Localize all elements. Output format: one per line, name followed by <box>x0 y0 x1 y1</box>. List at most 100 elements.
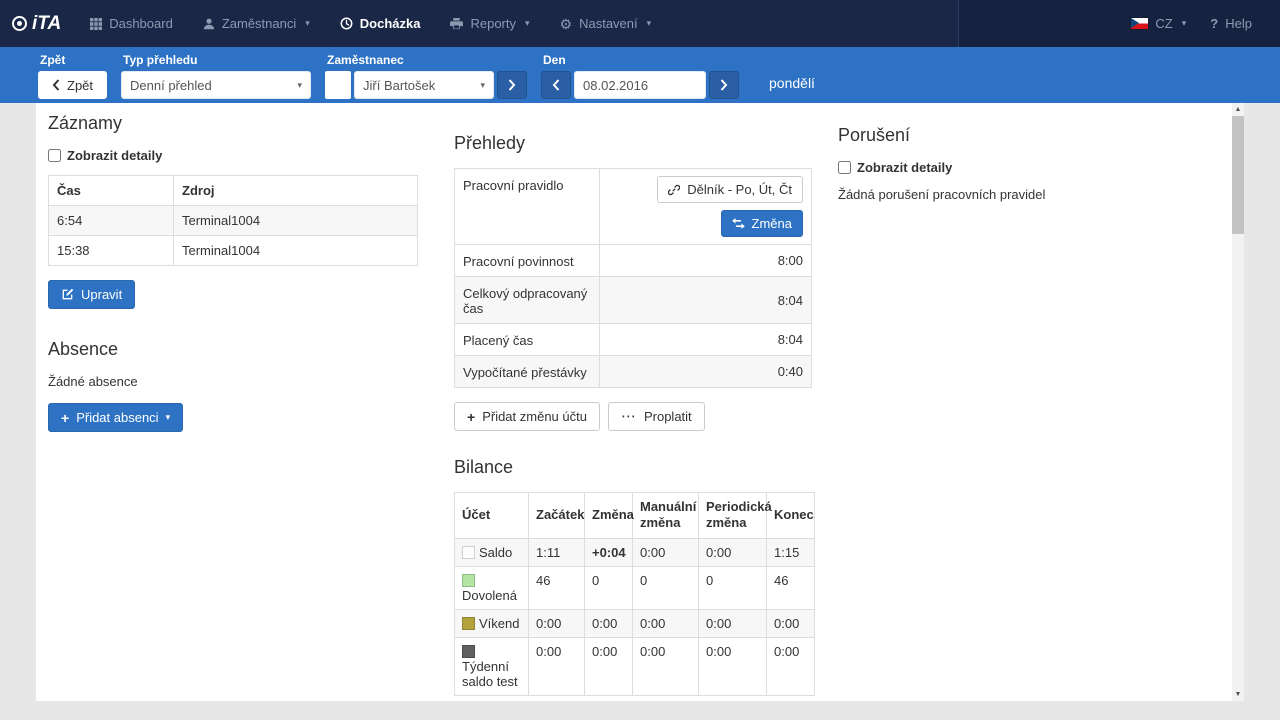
question-icon: ? <box>1210 16 1218 31</box>
chevron-right-icon <box>508 79 516 91</box>
record-row: 6:54 Terminal1004 <box>49 206 418 236</box>
day-group: Den <box>541 53 739 99</box>
view-type-select[interactable]: Denní přehled ▾ <box>121 71 311 99</box>
day-label: Den <box>543 53 739 67</box>
nav-item-dashboard[interactable]: Dashboard <box>75 0 188 47</box>
employee-label: Zaměstnanec <box>327 53 527 67</box>
plus-icon: + <box>61 413 69 423</box>
next-day-button[interactable] <box>709 71 739 99</box>
add-absence-button[interactable]: + Přidat absenci ▾ <box>48 403 183 432</box>
dashboard-grid-icon <box>90 18 102 30</box>
overview-actions: + Přidat změnu účtu ⋯ Proplatit <box>454 402 814 431</box>
payout-button[interactable]: ⋯ Proplatit <box>608 402 705 431</box>
record-row: 15:38 Terminal1004 <box>49 236 418 266</box>
add-account-change-button[interactable]: + Přidat změnu účtu <box>454 402 600 431</box>
chevron-down-icon: ▾ <box>305 18 310 29</box>
overview-table: Pracovní pravidlo Dělník - Po, Út, Čt <box>454 168 812 388</box>
chevron-down-icon: ▾ <box>1182 18 1187 29</box>
previous-day-button[interactable] <box>541 71 571 99</box>
balance-row-dovolena: Dovolená 46 0 0 0 46 <box>455 566 815 609</box>
nav-item-nastaveni[interactable]: ⚙ Nastavení ▾ <box>545 0 667 47</box>
chevron-down-icon: ▾ <box>647 18 652 29</box>
edit-pencil-icon <box>61 288 74 301</box>
nav-item-reporty[interactable]: Reporty ▾ <box>435 0 544 47</box>
nav-item-zamestnanci[interactable]: Zaměstnanci ▾ <box>188 0 325 47</box>
chevron-down-icon: ▾ <box>297 80 302 91</box>
nav-item-dochazka[interactable]: Docházka <box>325 0 436 47</box>
account-color-swatch <box>462 645 475 658</box>
records-col-cas: Čas <box>49 176 174 206</box>
edit-records-button[interactable]: Upravit <box>48 280 135 309</box>
employee-select[interactable]: Jiří Bartošek ▾ <box>354 71 494 99</box>
account-color-swatch <box>462 546 475 559</box>
filter-bar: Zpět Zpět Typ přehledu Denní přehled ▾ Z… <box>0 47 1280 103</box>
next-employee-button[interactable] <box>497 71 527 99</box>
nav-item-label: Docházka <box>360 16 421 31</box>
records-show-details[interactable]: Zobrazit detaily <box>48 148 418 163</box>
balance-row-tydenni-saldo-test: Týdenní saldo test 0:00 0:00 0:00 0:00 0… <box>455 637 815 695</box>
exchange-arrows-icon <box>732 218 745 229</box>
balance-title: Bilance <box>454 457 814 478</box>
brand-logo[interactable]: iTA <box>0 0 75 47</box>
overview-title: Přehledy <box>454 133 814 154</box>
scrollbar-thumb[interactable] <box>1232 116 1244 234</box>
work-rule-button[interactable]: Dělník - Po, Út, Čt <box>657 176 803 203</box>
user-icon <box>203 18 215 30</box>
back-label: Zpět <box>40 53 107 67</box>
nav-item-label: Dashboard <box>109 16 173 31</box>
absence-title: Absence <box>48 339 418 360</box>
weekday-text: pondělí <box>769 75 815 91</box>
view-type-label: Typ přehledu <box>123 53 311 67</box>
overview-row: Vypočítané přestávky 0:40 <box>455 356 812 388</box>
ellipsis-icon: ⋯ <box>621 413 637 421</box>
overview-row: Pracovní povinnost 8:00 <box>455 245 812 277</box>
overview-row: Celkový odpracovaný čas 8:04 <box>455 277 812 324</box>
overview-row: Placený čas 8:04 <box>455 324 812 356</box>
violations-empty-text: Žádná porušení pracovních pravidel <box>838 187 1220 202</box>
main-content: Záznamy Zobrazit detaily Čas Zdroj 6:54 … <box>36 103 1232 701</box>
brand-icon <box>12 16 27 31</box>
employee-group: Zaměstnanec Jiří Bartošek ▾ <box>325 53 527 99</box>
help-label: Help <box>1225 16 1252 31</box>
scrollbar-track[interactable] <box>1232 234 1244 688</box>
chevron-left-icon <box>552 79 560 91</box>
nav-item-label: Zaměstnanci <box>222 16 296 31</box>
employee-avatar-placeholder <box>325 71 351 99</box>
back-button[interactable]: Zpět <box>38 71 107 99</box>
printer-icon <box>450 18 463 30</box>
change-rule-button[interactable]: Změna <box>721 210 803 237</box>
overview-column: Přehledy Pracovní pravidlo Dělník - Po <box>454 107 814 701</box>
chevron-down-icon: ▾ <box>480 80 485 91</box>
records-table: Čas Zdroj 6:54 Terminal1004 15:38 Termin… <box>48 175 418 266</box>
navbar-spacer <box>666 0 958 47</box>
violations-show-details-checkbox[interactable] <box>838 161 851 174</box>
chevron-down-icon: ▾ <box>166 412 171 423</box>
chevron-right-icon <box>720 79 728 91</box>
chevron-left-icon <box>52 79 60 91</box>
content-outer: Záznamy Zobrazit detaily Čas Zdroj 6:54 … <box>36 103 1244 701</box>
overview-row-rule: Pracovní pravidlo Dělník - Po, Út, Čt <box>455 169 812 245</box>
violations-show-details[interactable]: Zobrazit detaily <box>838 160 1220 175</box>
plus-icon: + <box>467 412 475 422</box>
date-input[interactable] <box>574 71 706 99</box>
records-show-details-checkbox[interactable] <box>48 149 61 162</box>
language-menu[interactable]: CZ ▾ <box>1119 16 1198 31</box>
violations-title: Porušení <box>838 125 1220 146</box>
link-icon <box>668 184 680 196</box>
navbar-right-section: CZ ▾ ? Help <box>958 0 1280 47</box>
records-column: Záznamy Zobrazit detaily Čas Zdroj 6:54 … <box>48 107 418 701</box>
help-menu[interactable]: ? Help <box>1198 16 1264 31</box>
chevron-down-icon: ▾ <box>525 18 530 29</box>
absence-empty-text: Žádné absence <box>48 374 418 389</box>
gear-icon: ⚙ <box>560 18 573 30</box>
account-color-swatch <box>462 617 475 630</box>
scroll-up-arrow[interactable]: ▲ <box>1232 103 1244 116</box>
nav-item-label: Reporty <box>470 16 516 31</box>
violations-column: Porušení Zobrazit detaily Žádná porušení… <box>838 107 1220 701</box>
balance-table: Účet Začátek Změna Manuální změna Period… <box>454 492 815 696</box>
scroll-down-arrow[interactable]: ▼ <box>1232 688 1244 701</box>
account-color-swatch <box>462 574 475 587</box>
czech-flag-icon <box>1131 18 1148 29</box>
vertical-scrollbar[interactable]: ▲ ▼ <box>1232 103 1244 701</box>
clock-icon <box>340 17 353 30</box>
